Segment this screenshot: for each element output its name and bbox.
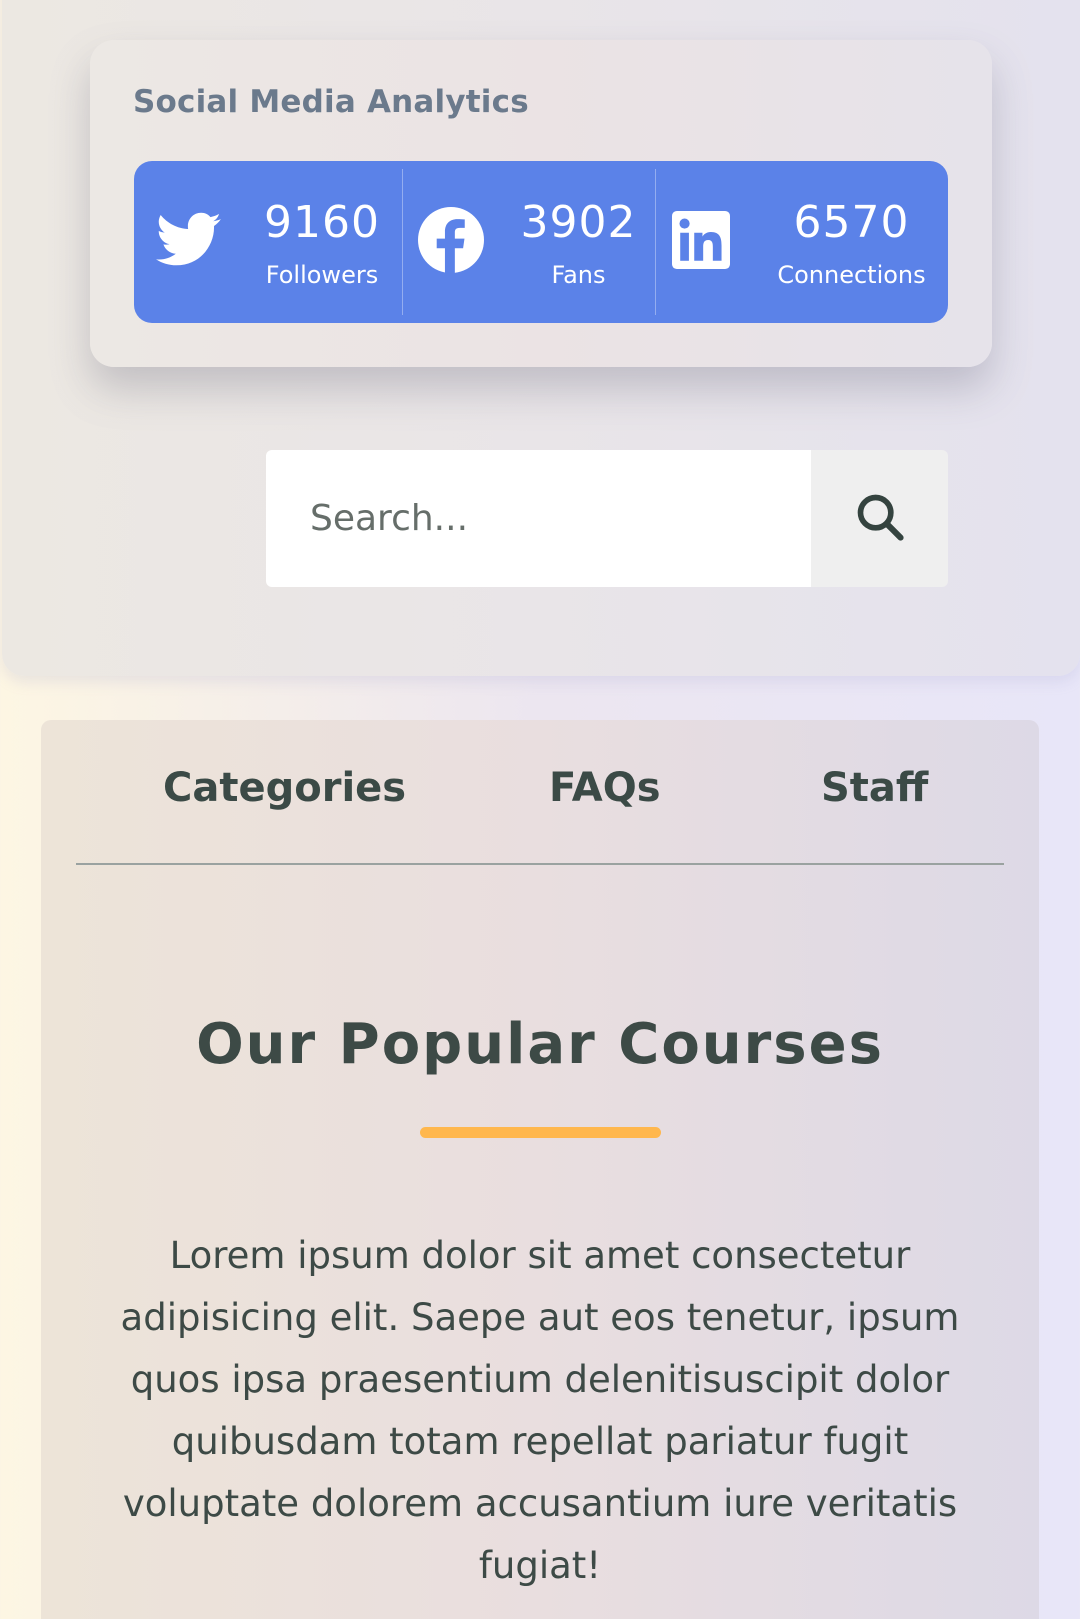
facebook-icon	[418, 207, 484, 277]
twitter-icon	[156, 212, 222, 272]
linkedin-icon	[672, 211, 730, 273]
stat-twitter[interactable]: 9160 Followers	[134, 161, 402, 323]
title-underline	[420, 1127, 661, 1138]
tab-staff[interactable]: Staff	[821, 765, 928, 811]
stat-value: 9160	[264, 197, 380, 248]
section-description: Lorem ipsum dolor sit amet consectetur a…	[120, 1234, 960, 1587]
section-title: Our Popular Courses	[196, 1012, 884, 1077]
stat-label: Fans	[551, 261, 606, 289]
stat-label: Connections	[777, 261, 926, 289]
stat-facebook[interactable]: 3902 Fans	[402, 161, 655, 323]
search-input[interactable]	[266, 450, 811, 587]
tab-faqs[interactable]: FAQs	[549, 765, 661, 811]
social-stats-bar: 9160 Followers 3902 Fans 6570 Connection…	[134, 161, 948, 323]
stat-value: 3902	[520, 197, 637, 248]
stat-linkedin[interactable]: 6570 Connections	[655, 161, 948, 323]
tab-categories[interactable]: Categories	[163, 765, 406, 811]
search-button[interactable]	[811, 450, 948, 587]
search-bar	[266, 450, 948, 587]
tab-bar: Categories FAQs Staff	[76, 745, 1004, 865]
stat-value: 6570	[793, 197, 910, 248]
social-analytics-title: Social Media Analytics	[133, 84, 529, 120]
search-icon	[854, 491, 906, 547]
stat-label: Followers	[265, 261, 379, 289]
